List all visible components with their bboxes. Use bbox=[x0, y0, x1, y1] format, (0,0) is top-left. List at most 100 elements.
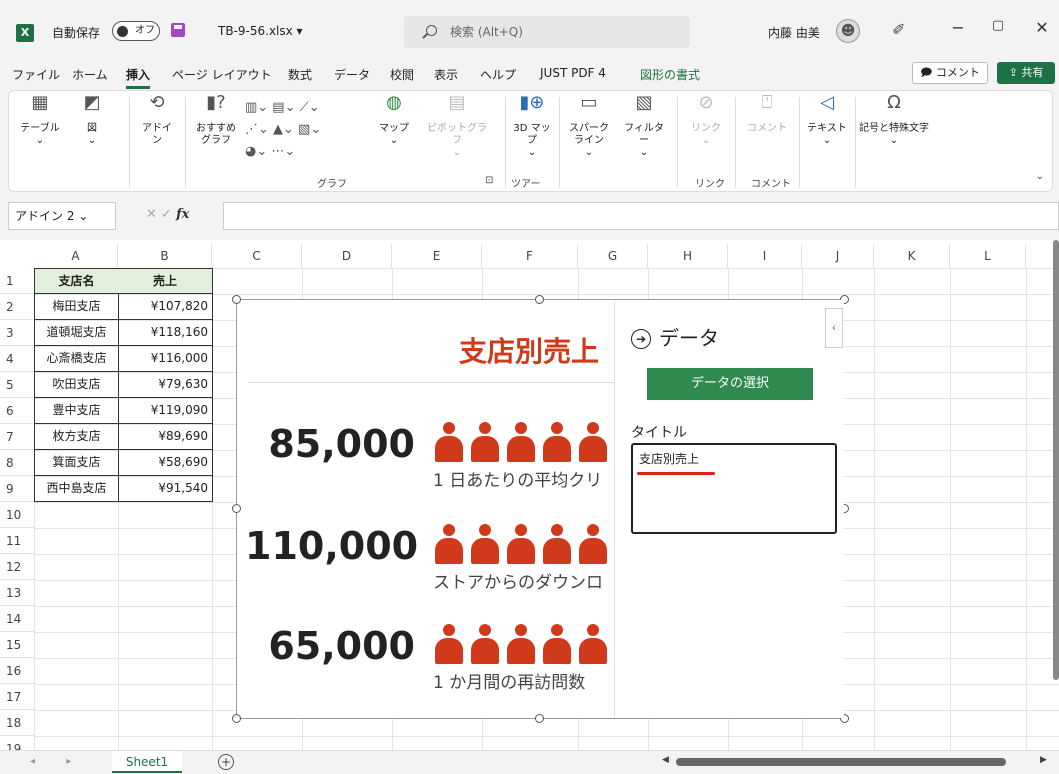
row-header[interactable]: 10 bbox=[0, 502, 34, 528]
addins-button[interactable]: ⟲ アドイン bbox=[139, 94, 175, 147]
table-cell-sales[interactable]: ¥119,090 bbox=[118, 398, 213, 424]
row-header[interactable]: 8 bbox=[0, 450, 34, 476]
pivot-chart-button[interactable]: ▤ ピボットグラフ ⌄ bbox=[425, 94, 489, 159]
file-name[interactable]: TB-9-56.xlsx ▾ bbox=[218, 24, 303, 38]
row-header[interactable]: 16 bbox=[0, 658, 34, 684]
3d-map-button[interactable]: ▮⊕ 3D マップ ⌄ bbox=[511, 94, 553, 159]
table-cell-sales[interactable]: ¥79,630 bbox=[118, 372, 213, 398]
column-header[interactable]: L bbox=[950, 244, 1026, 268]
ribbon-collapse-icon[interactable]: ⌄ bbox=[1036, 171, 1044, 182]
row-header[interactable]: 1 bbox=[0, 268, 34, 294]
column-header[interactable]: K bbox=[874, 244, 950, 268]
group-chart-launcher[interactable]: ⊡ bbox=[485, 175, 493, 186]
avatar[interactable]: ☻ bbox=[836, 19, 860, 43]
area-chart-icon[interactable]: ⋰⌄ ▲⌄ ▧⌄ bbox=[245, 122, 321, 137]
row-header[interactable]: 4 bbox=[0, 346, 34, 372]
sparklines-button[interactable]: ▭ スパークライン ⌄ bbox=[567, 94, 611, 159]
table-cell-branch[interactable]: 箕面支店 bbox=[34, 450, 119, 476]
row-header[interactable]: 17 bbox=[0, 684, 34, 710]
table-cell-branch[interactable]: 豊中支店 bbox=[34, 398, 119, 424]
tab-view[interactable]: 表示 bbox=[434, 66, 458, 83]
row-header[interactable]: 15 bbox=[0, 632, 34, 658]
user-name[interactable]: 内藤 由美 bbox=[768, 24, 820, 41]
tab-page-layout[interactable]: ページ レイアウト bbox=[172, 66, 272, 83]
tab-data[interactable]: データ bbox=[334, 66, 370, 83]
scroll-left-icon[interactable]: ◀ bbox=[662, 755, 669, 765]
horizontal-scrollbar[interactable] bbox=[676, 758, 1006, 766]
column-header[interactable]: H bbox=[648, 244, 728, 268]
row-header[interactable]: 3 bbox=[0, 320, 34, 346]
row-header[interactable]: 5 bbox=[0, 372, 34, 398]
column-header[interactable]: C bbox=[212, 244, 302, 268]
column-header[interactable]: G bbox=[578, 244, 648, 268]
pie-chart-icon[interactable]: ◕⌄ ⋯⌄ bbox=[245, 144, 295, 159]
table-cell-sales[interactable]: ¥91,540 bbox=[118, 476, 213, 502]
filters-button[interactable]: ▧ フィルター ⌄ bbox=[621, 94, 667, 159]
resize-handle[interactable] bbox=[535, 295, 544, 304]
resize-handle[interactable] bbox=[232, 295, 241, 304]
row-header[interactable]: 2 bbox=[0, 294, 34, 320]
table-cell-branch[interactable]: 吹田支店 bbox=[34, 372, 119, 398]
tab-just-pdf[interactable]: JUST PDF 4 bbox=[540, 66, 606, 80]
row-header[interactable]: 12 bbox=[0, 554, 34, 580]
cancel-icon[interactable]: ✕ bbox=[146, 207, 157, 222]
pane-heading[interactable]: ➔ データ bbox=[631, 322, 719, 351]
table-cell-sales[interactable]: ¥58,690 bbox=[118, 450, 213, 476]
recommended-charts-button[interactable]: ▮? おすすめグラフ bbox=[193, 94, 239, 147]
column-header[interactable]: F bbox=[482, 244, 578, 268]
tab-home[interactable]: ホーム bbox=[72, 66, 108, 83]
column-header[interactable]: D bbox=[302, 244, 392, 268]
row-header[interactable]: 19 bbox=[0, 736, 34, 750]
chart-type-buttons[interactable]: ▥⌄ ▤⌄ ⟋⌄ ⋰⌄ ▲⌄ ▧⌄ ◕⌄ ⋯⌄ bbox=[245, 97, 355, 163]
table-cell-sales[interactable]: ¥116,000 bbox=[118, 346, 213, 372]
row-header[interactable]: 18 bbox=[0, 710, 34, 736]
table-cell-branch[interactable]: 西中島支店 bbox=[34, 476, 119, 502]
vertical-scrollbar[interactable] bbox=[1053, 240, 1059, 680]
tab-file[interactable]: ファイル bbox=[12, 66, 60, 83]
row-header[interactable]: 11 bbox=[0, 528, 34, 554]
autosave-toggle[interactable]: オフ bbox=[112, 21, 160, 41]
table-cell-sales[interactable]: ¥107,820 bbox=[118, 294, 213, 320]
formula-input[interactable] bbox=[223, 202, 1059, 230]
share-button[interactable]: ⇪ 共有 bbox=[997, 62, 1055, 84]
column-header[interactable]: J bbox=[802, 244, 874, 268]
column-header[interactable]: E bbox=[392, 244, 482, 268]
column-header[interactable]: I bbox=[728, 244, 802, 268]
resize-handle[interactable] bbox=[535, 714, 544, 723]
symbols-button[interactable]: Ω 記号と特殊文字 ⌄ bbox=[859, 94, 929, 147]
link-button[interactable]: ⊘ リンク ⌄ bbox=[689, 94, 723, 147]
row-header[interactable]: 14 bbox=[0, 606, 34, 632]
name-box[interactable]: アドイン 2 ⌄ bbox=[8, 202, 116, 230]
table-header-sales[interactable]: 売上 bbox=[118, 268, 213, 294]
tab-help[interactable]: ヘルプ bbox=[480, 66, 516, 83]
fx-icon[interactable]: fx bbox=[176, 207, 189, 222]
maps-button[interactable]: ◍ マップ ⌄ bbox=[377, 94, 411, 147]
close-button[interactable]: ✕ bbox=[1030, 18, 1054, 37]
table-cell-branch[interactable]: 梅田支店 bbox=[34, 294, 119, 320]
sheet-nav-arrows[interactable]: ◂ ▸ bbox=[30, 756, 85, 767]
title-field[interactable]: 支店別売上 bbox=[631, 443, 837, 534]
resize-handle[interactable] bbox=[232, 714, 241, 723]
table-cell-sales[interactable]: ¥118,160 bbox=[118, 320, 213, 346]
tab-shape-format[interactable]: 図形の書式 bbox=[640, 66, 700, 83]
bar-chart-icon[interactable]: ▥⌄ ▤⌄ ⟋⌄ bbox=[245, 100, 320, 115]
tab-formulas[interactable]: 数式 bbox=[288, 66, 312, 83]
minimize-button[interactable]: − bbox=[946, 18, 970, 37]
restore-button[interactable]: ▢ bbox=[986, 18, 1010, 33]
row-header[interactable]: 9 bbox=[0, 476, 34, 502]
select-data-button[interactable]: データの選択 bbox=[647, 368, 813, 400]
column-header[interactable]: A bbox=[34, 244, 118, 268]
table-cell-branch[interactable]: 道頓堀支店 bbox=[34, 320, 119, 346]
table-cell-branch[interactable]: 枚方支店 bbox=[34, 424, 119, 450]
row-header[interactable]: 7 bbox=[0, 424, 34, 450]
enter-icon[interactable]: ✓ bbox=[161, 207, 172, 222]
collapse-pane-button[interactable]: ‹ bbox=[825, 308, 843, 348]
table-header-branch[interactable]: 支店名 bbox=[34, 268, 119, 294]
scroll-right-icon[interactable]: ▶ bbox=[1040, 755, 1047, 765]
table-button[interactable]: ▦ テーブル ⌄ bbox=[17, 94, 63, 147]
comment-ribbon-button[interactable]: ⍞ コメント bbox=[745, 94, 789, 135]
tab-insert[interactable]: 挿入 bbox=[126, 66, 151, 89]
add-sheet-button[interactable]: + bbox=[218, 754, 234, 770]
pen-icon[interactable]: ✐ bbox=[892, 20, 905, 39]
sheet-tab[interactable]: Sheet1 bbox=[112, 751, 182, 773]
